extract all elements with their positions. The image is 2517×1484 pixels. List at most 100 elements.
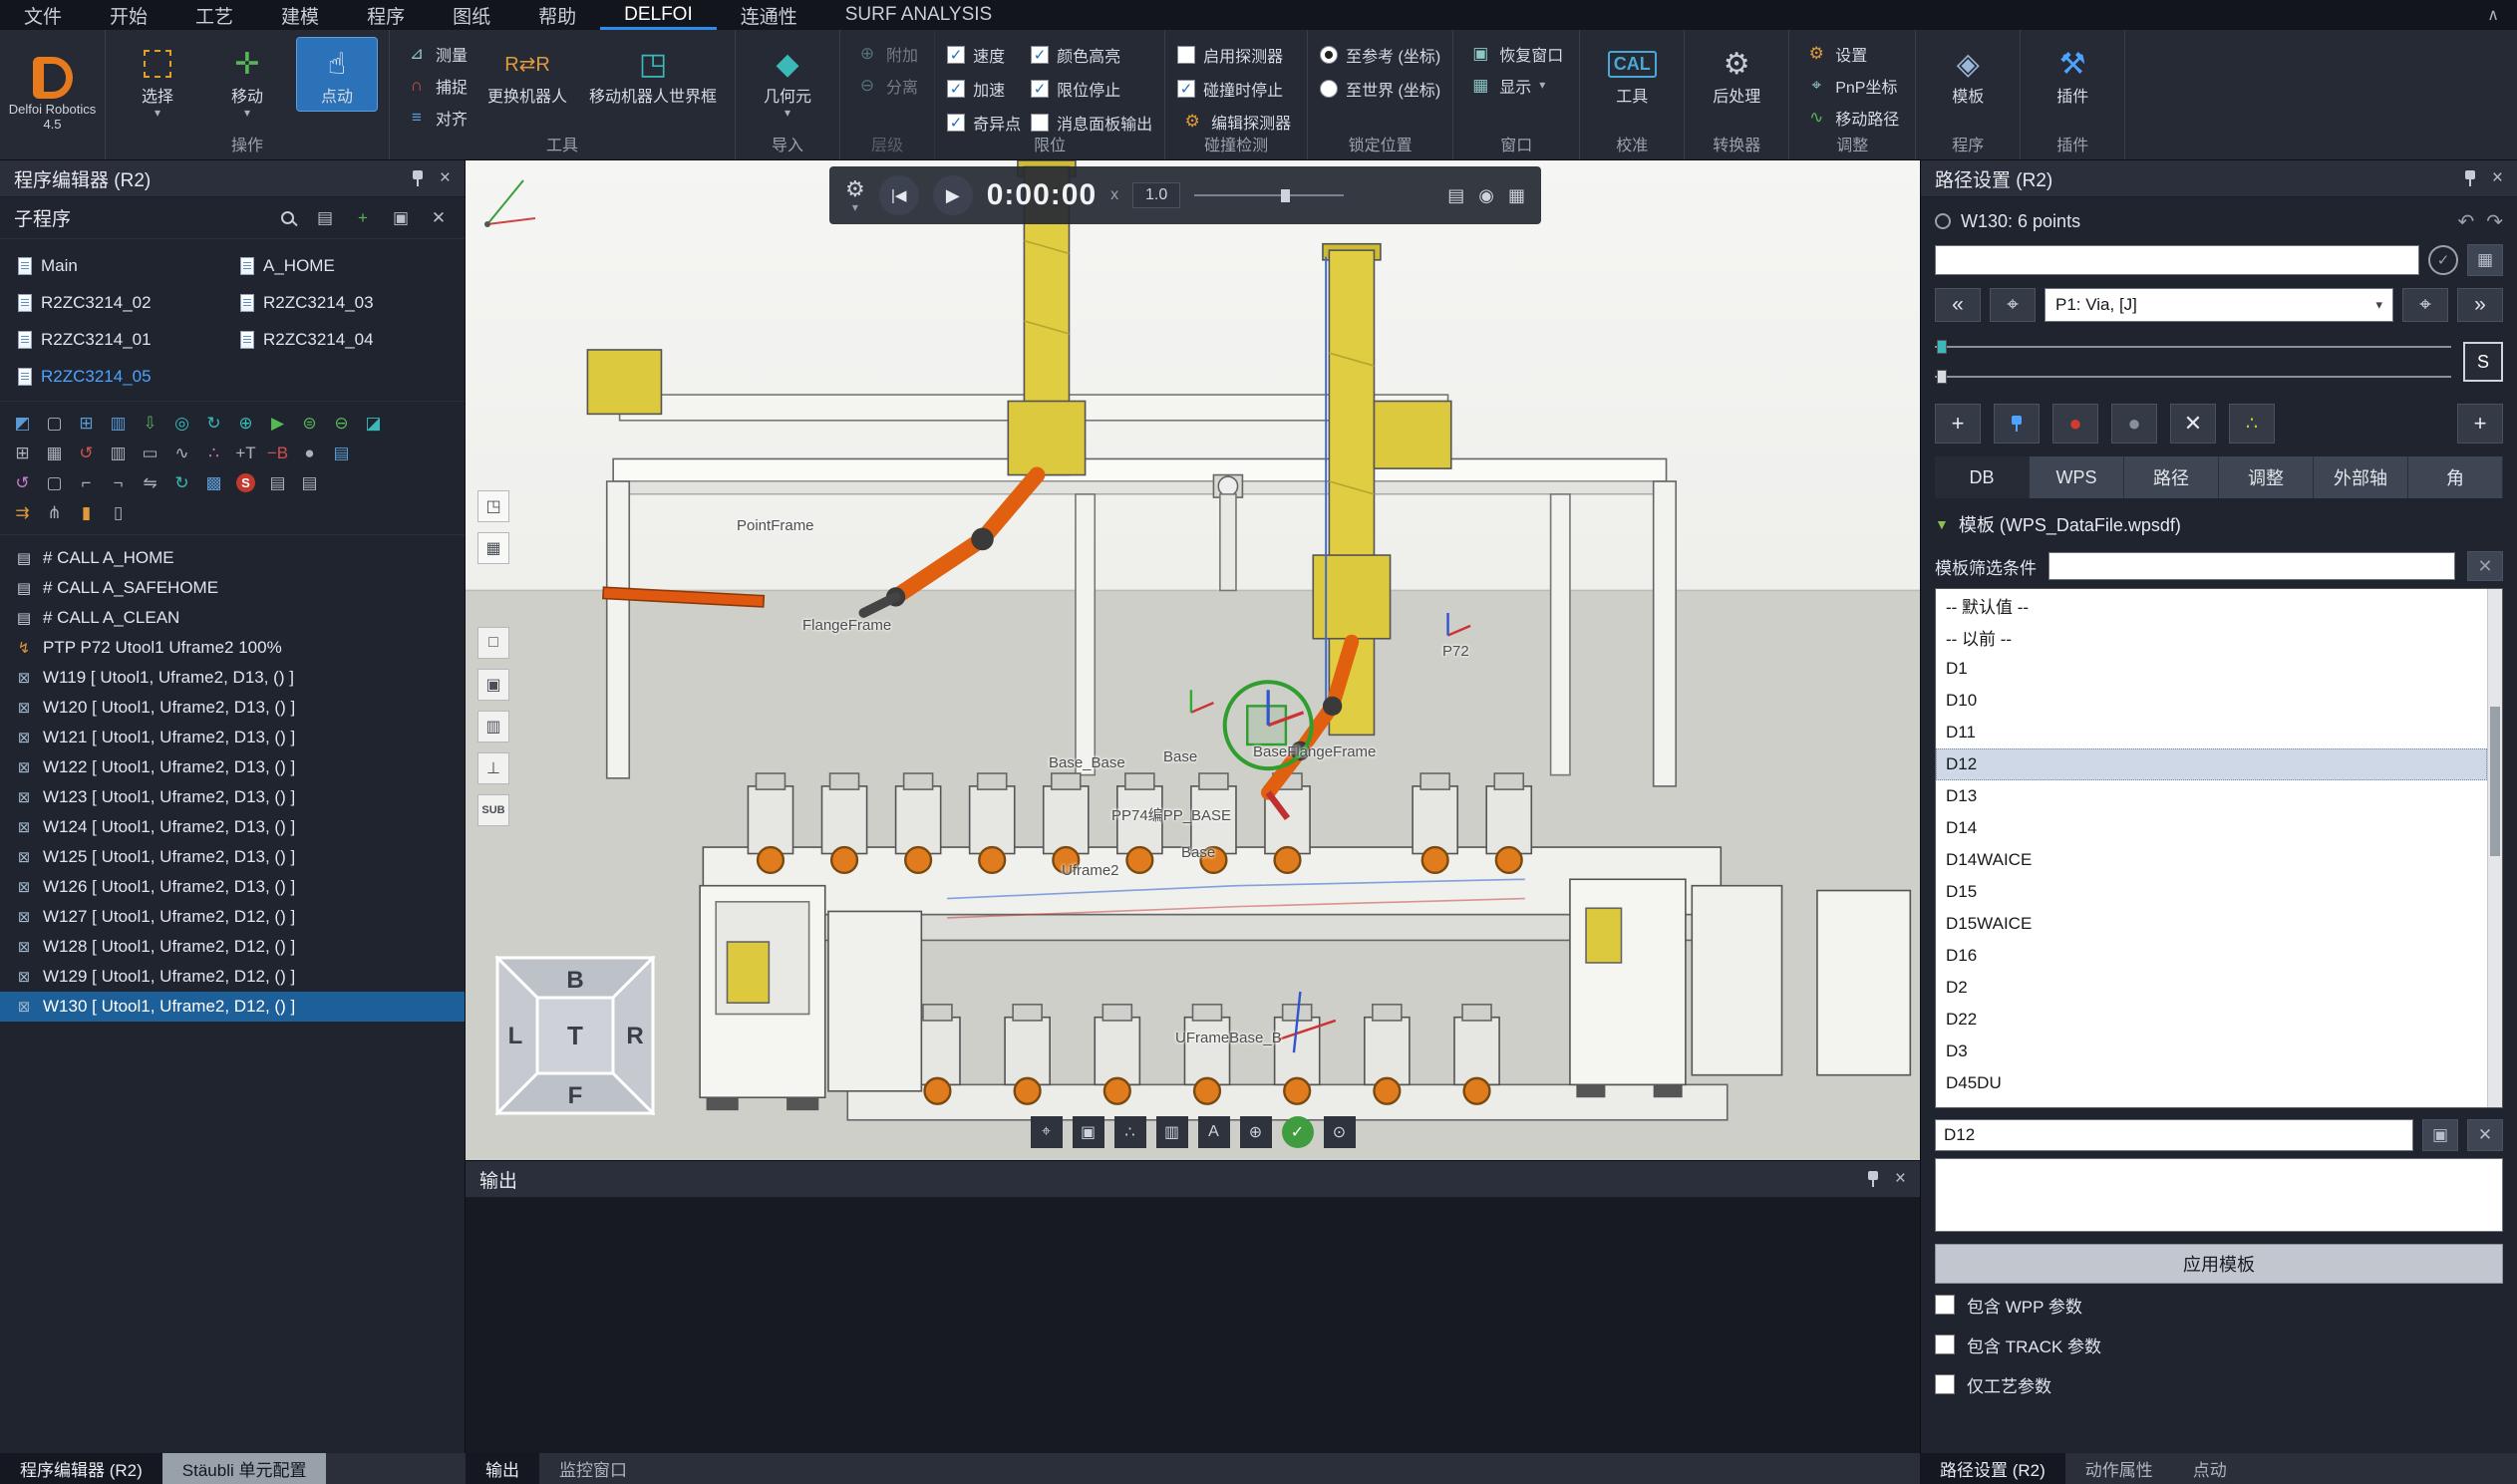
measure-button[interactable]: ⊿测量	[402, 40, 472, 68]
speed-icon[interactable]: ⊖	[327, 410, 356, 437]
attach-button[interactable]: ⊕附加	[852, 40, 922, 68]
corner-tl-icon[interactable]: ⌐	[72, 469, 101, 496]
insert-below-icon[interactable]: ⇩	[136, 410, 164, 437]
enable-detector-checkbox[interactable]: 启用探测器	[1177, 40, 1295, 70]
option-process-only[interactable]: 仅工艺参数	[1935, 1365, 2503, 1403]
record-off-button[interactable]: ●	[2111, 404, 2157, 444]
draw-path-icon[interactable]: ∿	[167, 440, 196, 466]
view-cube[interactable]: B L T R F	[495, 956, 655, 1115]
template-d16[interactable]: D16	[1936, 940, 2487, 972]
lock-to-world-radio[interactable]: 至世界 (坐标)	[1320, 74, 1440, 104]
color-highlight-checkbox[interactable]: ✓颜色高亮	[1031, 40, 1152, 70]
playback-settings-icon[interactable]: ⚙▾	[845, 178, 865, 213]
path-slider-2[interactable]	[1935, 372, 2451, 382]
statement-w120[interactable]: ⊠ W120 [ Utool1, Uframe2, D13, () ]	[0, 693, 465, 723]
pin-point-button[interactable]	[1994, 404, 2040, 444]
program-r2zc3214-01[interactable]: R2ZC3214_01	[10, 321, 232, 358]
program-a-home[interactable]: A_HOME	[232, 247, 455, 284]
statement-w123[interactable]: ⊠ W123 [ Utool1, Uframe2, D13, () ]	[0, 782, 465, 812]
capture-icon[interactable]: ▦	[1508, 185, 1525, 206]
clear-filter-icon[interactable]: ✕	[2467, 551, 2503, 581]
table-icon[interactable]: ⊞	[72, 410, 101, 437]
template-d11[interactable]: D11	[1936, 717, 2487, 748]
frame-icon[interactable]: ▢	[40, 410, 69, 437]
template-d3[interactable]: D3	[1936, 1036, 2487, 1067]
jog-button[interactable]: ☝ 点动	[297, 38, 377, 111]
template-d12[interactable]: D12	[1936, 748, 2487, 780]
template-description-area[interactable]	[1935, 1158, 2503, 1232]
3d-viewport[interactable]: PointFrame FlangeFrame P72 Base_Base Bas…	[466, 160, 1920, 1160]
measure-icon[interactable]: ⌖	[1031, 1116, 1063, 1148]
confirm-icon[interactable]: ✓	[2428, 245, 2458, 275]
speed-slider[interactable]	[1194, 185, 1344, 205]
template-section-header[interactable]: ▼ 模板 (WPS_DataFile.wpsdf)	[1935, 502, 2503, 546]
template-d15waice[interactable]: D15WAICE	[1936, 908, 2487, 940]
scatter-icon[interactable]: ∴	[199, 440, 228, 466]
template-d2[interactable]: D2	[1936, 972, 2487, 1004]
statement-call-clean[interactable]: ▤ # CALL A_CLEAN	[0, 603, 465, 633]
statement-w121[interactable]: ⊠ W121 [ Utool1, Uframe2, D13, () ]	[0, 723, 465, 752]
statement-call-home[interactable]: ▤ # CALL A_HOME	[0, 543, 465, 573]
scatter-points-button[interactable]: ∴	[2229, 404, 2275, 444]
grid-icon[interactable]: ⊞	[8, 440, 37, 466]
import-program-icon[interactable]: ▤	[313, 206, 337, 230]
settings-button[interactable]: ⚙设置	[1801, 40, 1903, 68]
path-name-input[interactable]	[1935, 245, 2419, 275]
swap-robot-button[interactable]: R⇄R 更换机器人	[481, 38, 573, 111]
statement-w122[interactable]: ⊠ W122 [ Utool1, Uframe2, D13, () ]	[0, 752, 465, 782]
template-d22[interactable]: D22	[1936, 1004, 2487, 1036]
template-d14waice[interactable]: D14WAICE	[1936, 844, 2487, 876]
align-button[interactable]: ≡对齐	[402, 104, 472, 132]
menu-surf-analysis[interactable]: SURF ANALYSIS	[821, 0, 1016, 30]
statusbar-program-editor[interactable]: 程序编辑器 (R2)	[0, 1453, 162, 1484]
close-icon[interactable]: ×	[2492, 167, 2503, 189]
statusbar-path-settings[interactable]: 路径设置 (R2)	[1920, 1453, 2065, 1484]
record-video-icon[interactable]: ◉	[1478, 185, 1494, 206]
probe-prev-icon[interactable]: ⌖	[1990, 288, 2036, 322]
robot-config-icon[interactable]: ⊙	[1324, 1116, 1356, 1148]
tab-angle[interactable]: 角	[2408, 456, 2503, 498]
export-image-icon[interactable]: ▤	[1447, 185, 1464, 206]
statement-ptp-p72[interactable]: ↯ PTP P72 Utool1 Uframe2 100%	[0, 633, 465, 663]
menu-delfoi[interactable]: DELFOI	[600, 0, 717, 30]
doc-b-icon[interactable]: ▤	[295, 469, 324, 496]
template-d1[interactable]: D1	[1936, 653, 2487, 685]
pin-icon[interactable]	[412, 170, 424, 186]
flow-icon[interactable]: ⇉	[8, 499, 37, 526]
folder-icon[interactable]: ▭	[136, 440, 164, 466]
statement-w124[interactable]: ⊠ W124 [ Utool1, Uframe2, D13, () ]	[0, 812, 465, 842]
cycle-icon[interactable]: ↻	[167, 469, 196, 496]
statement-call-safehome[interactable]: ▤ # CALL A_SAFEHOME	[0, 573, 465, 603]
doc-a-icon[interactable]: ▤	[263, 469, 292, 496]
template-d13[interactable]: D13	[1936, 780, 2487, 812]
statement-w127[interactable]: ⊠ W127 [ Utool1, Uframe2, D12, () ]	[0, 902, 465, 932]
geometry-button[interactable]: ◆ 几何元 ▾	[748, 38, 827, 122]
statement-w130[interactable]: ⊠ W130 [ Utool1, Uframe2, D12, () ]	[0, 992, 465, 1022]
swap-icon[interactable]: ⇋	[136, 469, 164, 496]
tab-wps[interactable]: WPS	[2030, 456, 2124, 498]
template-d10[interactable]: D10	[1936, 685, 2487, 717]
template-button[interactable]: ◈ 模板	[1928, 38, 2008, 111]
statement-w125[interactable]: ⊠ W125 [ Utool1, Uframe2, D13, () ]	[0, 842, 465, 872]
jog-cursor-icon[interactable]: ◪	[359, 410, 388, 437]
section-icon[interactable]: ⊥	[477, 752, 509, 784]
node-graph-icon[interactable]: ∴	[1114, 1116, 1146, 1148]
statement-w126[interactable]: ⊠ W126 [ Utool1, Uframe2, D13, () ]	[0, 872, 465, 902]
post-process-button[interactable]: ⚙ 后处理	[1697, 38, 1776, 111]
point-select-dropdown[interactable]: P1: Via, [J] ▾	[2045, 288, 2393, 322]
collision-config-icon[interactable]: ⊕	[1240, 1116, 1272, 1148]
template-default[interactable]: -- 默认值 --	[1936, 589, 2487, 621]
close-icon[interactable]: ×	[1895, 1168, 1906, 1190]
add-point-icon[interactable]: ⊕	[231, 410, 260, 437]
statement-w129[interactable]: ⊠ W129 [ Utool1, Uframe2, D12, () ]	[0, 962, 465, 992]
table-view-icon[interactable]: ▦	[2467, 244, 2503, 276]
template-d45du[interactable]: D45DU	[1936, 1067, 2487, 1099]
menu-program[interactable]: 程序	[343, 0, 429, 30]
run-all-icon[interactable]: ⊜	[295, 410, 324, 437]
statusbar-motion-props[interactable]: 动作属性	[2065, 1453, 2173, 1484]
undo-icon[interactable]: ↶	[2457, 209, 2474, 234]
first-point-button[interactable]: «	[1935, 288, 1981, 322]
skip-to-start-button[interactable]: |◀	[879, 175, 919, 215]
pin-icon[interactable]	[1867, 1171, 1879, 1187]
calibration-tool-button[interactable]: CAL 工具	[1592, 38, 1672, 111]
